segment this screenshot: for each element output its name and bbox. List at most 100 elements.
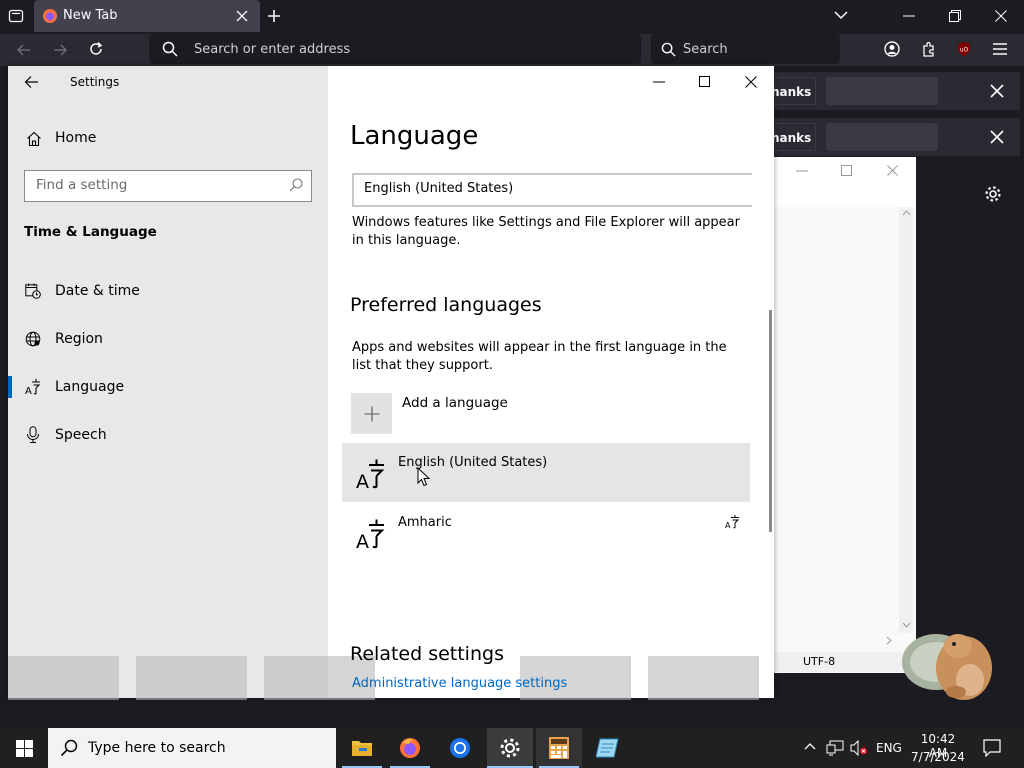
bg-maximize-icon[interactable] <box>841 165 852 176</box>
add-language-label[interactable]: Add a language <box>402 395 508 411</box>
search-icon <box>289 178 303 192</box>
settings-close-icon[interactable] <box>745 76 757 88</box>
hamster-sticker-image <box>898 622 1002 708</box>
list-all-tabs-chevron-icon[interactable] <box>834 10 848 20</box>
notification-field[interactable] <box>826 77 938 105</box>
section-heading: Time & Language <box>24 224 157 240</box>
settings-window-title: Settings <box>70 75 120 89</box>
firefox-tab-icon <box>42 8 58 24</box>
notification-button-label: hanks <box>771 85 812 99</box>
new-tab-plus-icon[interactable] <box>267 9 281 23</box>
globe-icon <box>25 331 41 347</box>
background-window <box>774 157 916 673</box>
encoding-label: UTF-8 <box>803 655 836 668</box>
settings-back-arrow-icon[interactable] <box>24 75 39 89</box>
network-icon[interactable] <box>826 740 844 756</box>
notification-field[interactable] <box>826 123 938 151</box>
ublock-origin-icon[interactable]: uO <box>956 41 972 57</box>
back-arrow-icon[interactable] <box>16 42 32 58</box>
bg-scroll-right-icon[interactable] <box>886 636 892 645</box>
settings-home-item[interactable]: Home <box>24 128 314 152</box>
bg-close-icon[interactable] <box>887 165 898 176</box>
app-menu-hamburger-icon[interactable] <box>992 42 1008 56</box>
find-setting-placeholder: Find a setting <box>36 177 128 193</box>
tab-close-icon[interactable] <box>236 10 248 22</box>
svg-text:uO: uO <box>960 47 969 54</box>
url-search-icon <box>162 41 178 57</box>
close-window-icon[interactable] <box>995 10 1007 22</box>
minimize-icon[interactable] <box>903 15 915 17</box>
background-status-bar <box>774 652 916 672</box>
gear-icon[interactable] <box>984 185 1002 203</box>
bg-scrollbar[interactable] <box>899 207 913 633</box>
svg-text:A: A <box>25 386 32 395</box>
home-icon <box>26 131 42 147</box>
home-label: Home <box>55 130 97 146</box>
tab-title: New Tab <box>63 8 118 23</box>
firefox-icon[interactable] <box>399 737 421 759</box>
sidebar-item-label: Language <box>55 379 125 395</box>
settings-maximize-icon[interactable] <box>699 76 710 87</box>
svg-text:A: A <box>725 521 731 529</box>
forward-arrow-icon[interactable] <box>52 42 68 58</box>
language-pack-icon: A <box>725 514 740 529</box>
language-name-amharic: Amharic <box>398 515 452 530</box>
mouse-cursor-icon <box>417 467 430 487</box>
reload-icon[interactable] <box>88 41 104 57</box>
searchbar-search-icon <box>661 42 676 57</box>
sidebar-item-speech[interactable]: Speech <box>24 425 314 449</box>
notification-close-icon[interactable] <box>990 130 1004 144</box>
window-thumbnail[interactable] <box>648 656 759 700</box>
extensions-puzzle-icon[interactable] <box>921 41 937 57</box>
language-list-item-english[interactable] <box>342 443 750 502</box>
sidebar-item-language[interactable]: A Language <box>24 377 314 401</box>
settings-minimize-icon[interactable] <box>653 81 665 83</box>
clock-date[interactable]: 7/7/2024 <box>911 750 965 764</box>
bg-scroll-up-icon[interactable] <box>902 210 911 216</box>
language-icon: A <box>356 458 386 490</box>
page-title: Language <box>350 121 479 151</box>
search-bar[interactable] <box>651 34 840 64</box>
svg-text:A: A <box>356 531 369 550</box>
calculator-icon[interactable] <box>549 737 569 759</box>
firefox-view-icon[interactable] <box>8 8 24 24</box>
sidebar-item-label: Date & time <box>55 283 140 299</box>
related-settings-heading: Related settings <box>350 643 504 665</box>
notification-close-icon[interactable] <box>990 84 1004 98</box>
volume-muted-icon[interactable] <box>850 740 868 756</box>
action-center-icon[interactable] <box>983 739 1001 757</box>
search-bar-placeholder: Search <box>683 42 728 57</box>
language-icon: A <box>25 378 42 395</box>
display-language-value: English (United States) <box>364 181 514 196</box>
bg-minimize-icon[interactable] <box>796 170 808 172</box>
show-hidden-icons-chevron-icon[interactable] <box>804 742 816 750</box>
language-list-item-amharic[interactable] <box>342 503 750 562</box>
preferred-languages-heading: Preferred languages <box>350 294 542 316</box>
notification-button-label: hanks <box>771 131 812 145</box>
plus-icon <box>364 406 380 422</box>
start-windows-icon[interactable] <box>16 740 33 757</box>
chrome-icon[interactable] <box>449 737 471 759</box>
sidebar-item-label: Region <box>55 331 103 347</box>
window-thumbnail[interactable] <box>136 656 247 700</box>
input-language-indicator[interactable]: ENG <box>876 741 902 755</box>
url-bar-placeholder: Search or enter address <box>194 42 351 57</box>
notepad-icon[interactable] <box>596 737 620 759</box>
taskbar-search-placeholder: Type here to search <box>88 740 226 756</box>
restore-icon[interactable] <box>949 10 961 22</box>
settings-scrollbar[interactable] <box>769 310 772 532</box>
microphone-icon <box>25 426 41 443</box>
language-icon: A <box>356 518 386 550</box>
administrative-language-settings-link[interactable]: Administrative language settings <box>352 676 567 691</box>
sidebar-item-region[interactable]: Region <box>24 329 314 353</box>
preferred-languages-description: Apps and websites will appear in the fir… <box>352 340 727 373</box>
sidebar-item-date-time[interactable]: Date & time <box>24 281 314 305</box>
window-thumbnail[interactable] <box>8 656 119 700</box>
file-explorer-icon[interactable] <box>351 738 373 758</box>
settings-gear-icon[interactable] <box>499 737 521 759</box>
svg-text:A: A <box>356 471 369 490</box>
taskbar-search-icon <box>60 739 78 757</box>
sidebar-item-label: Speech <box>55 427 107 443</box>
display-language-description: Windows features like Settings and File … <box>352 215 740 248</box>
account-icon[interactable] <box>884 41 900 57</box>
